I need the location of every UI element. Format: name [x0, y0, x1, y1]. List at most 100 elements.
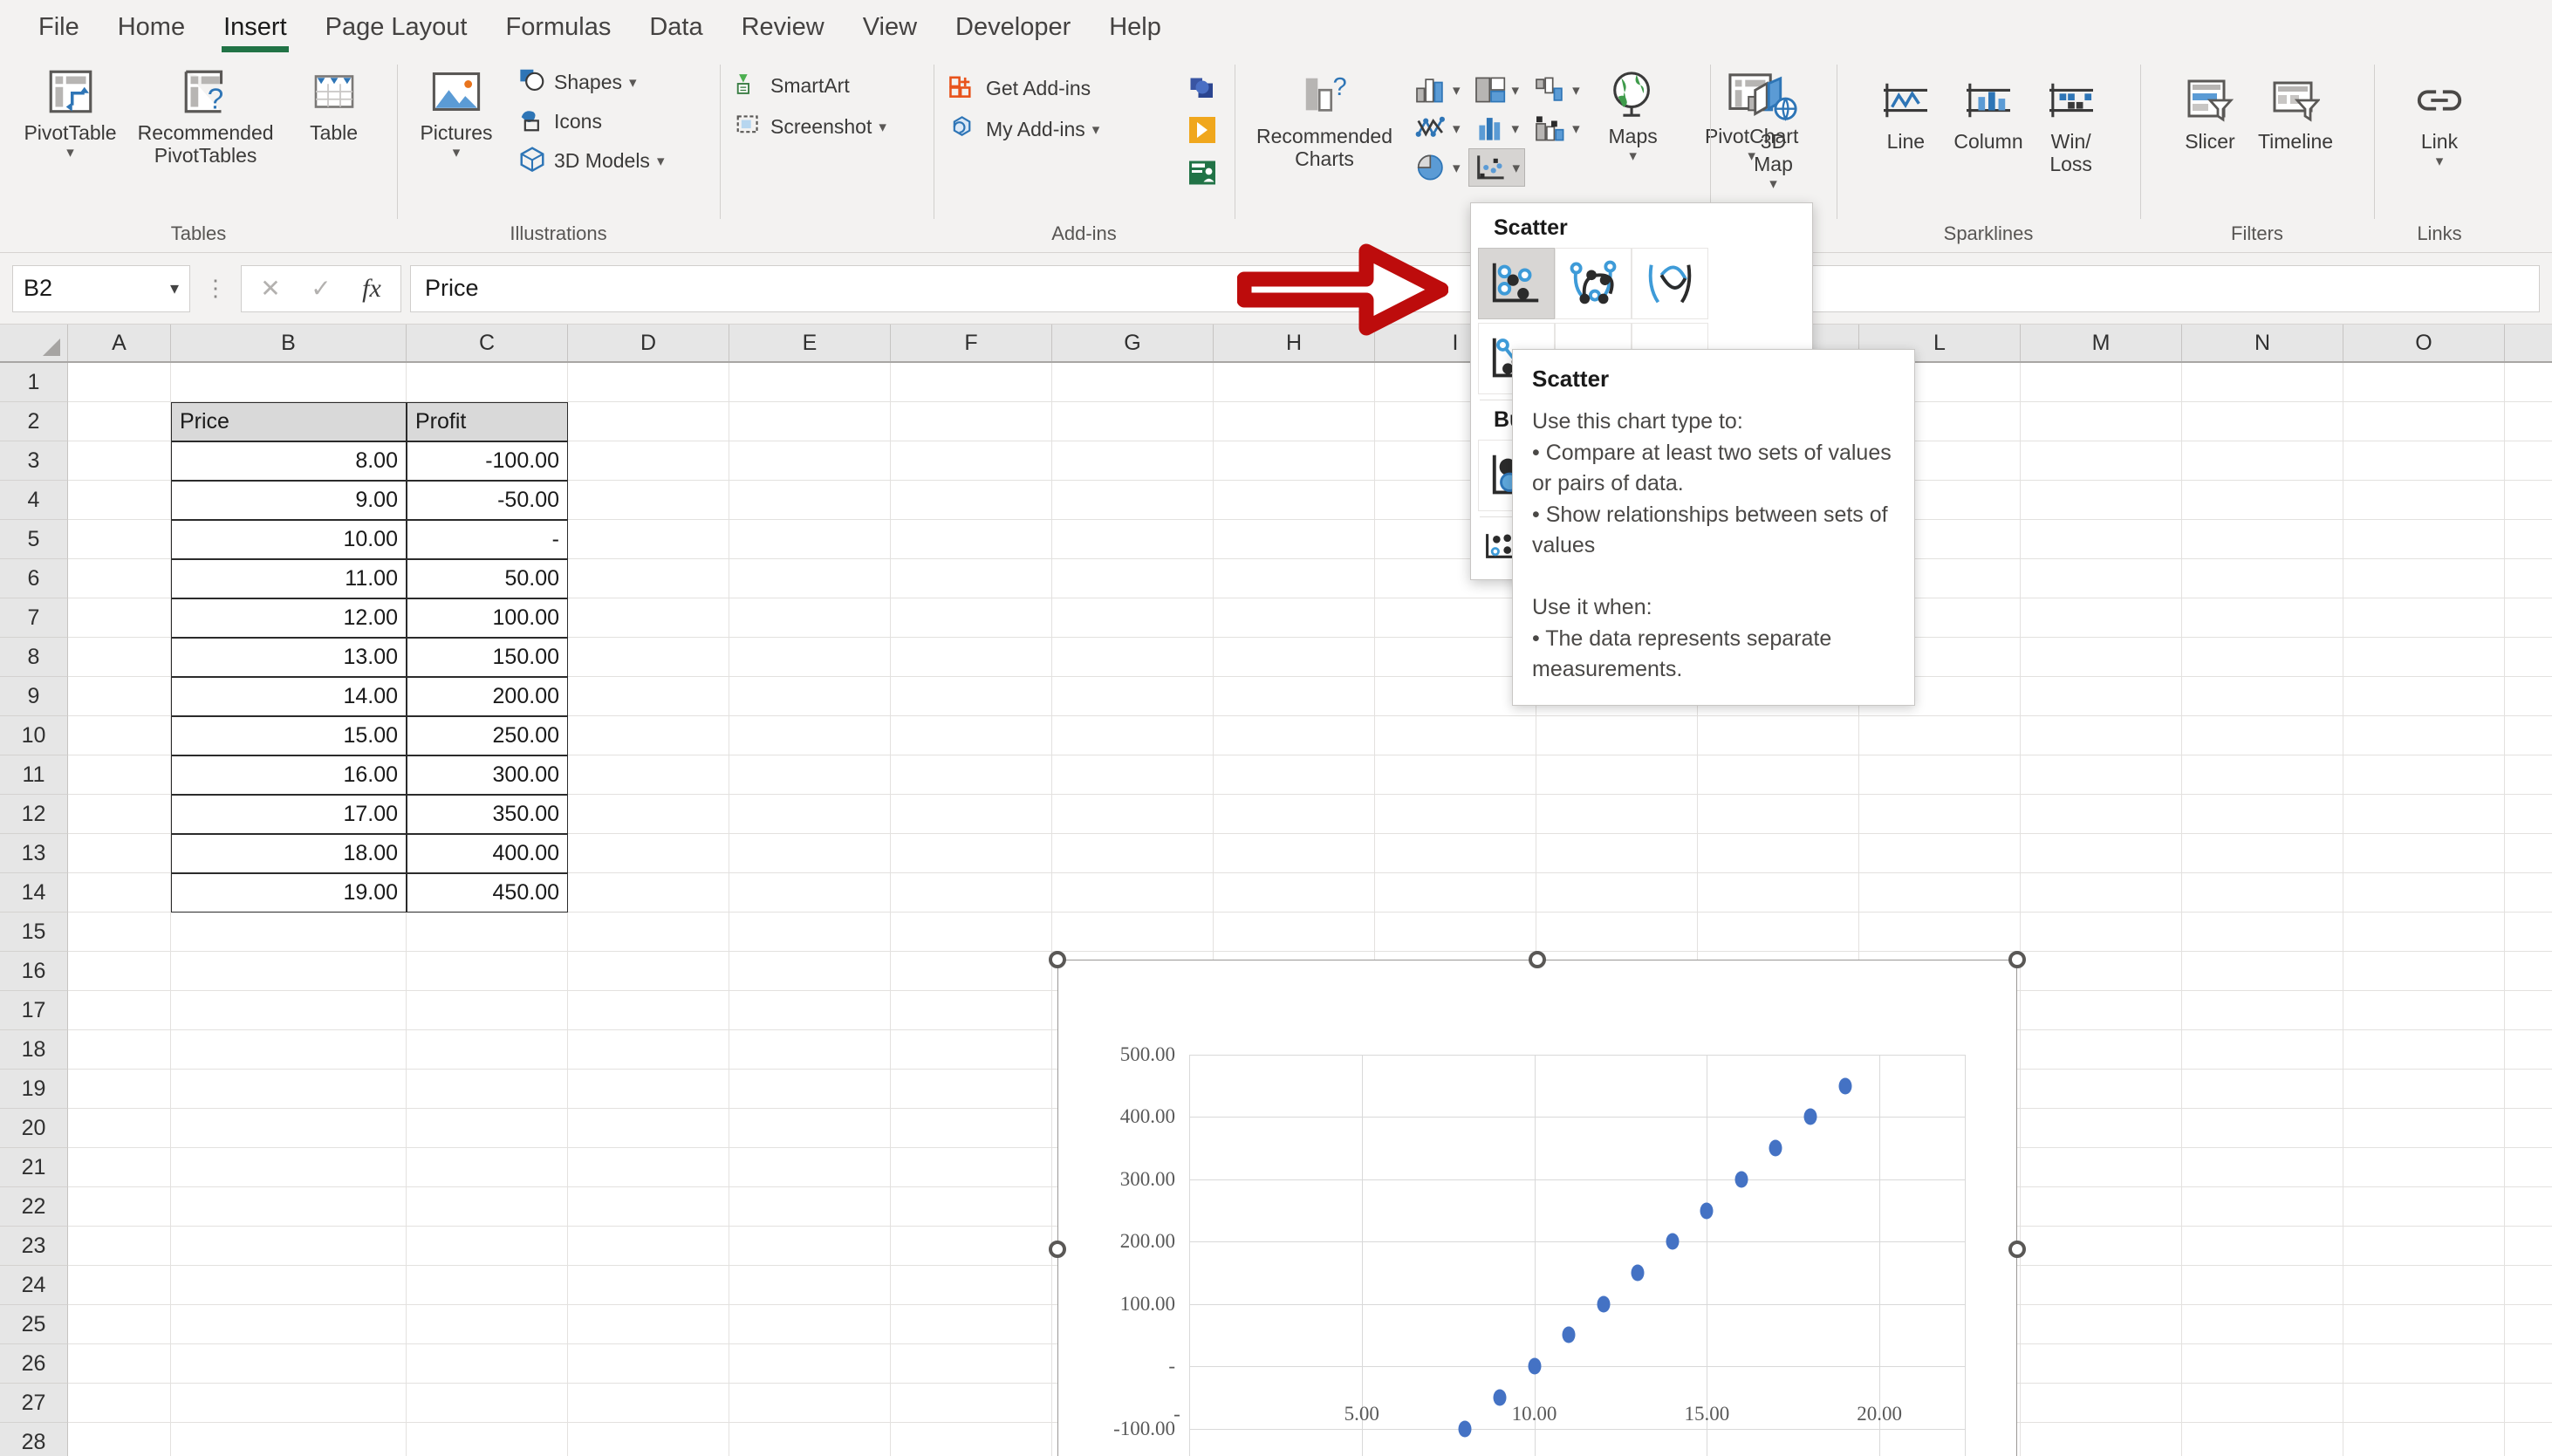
tab-developer[interactable]: Developer [936, 13, 1090, 54]
cell-A12[interactable] [68, 795, 171, 834]
cell-O27[interactable] [2343, 1384, 2505, 1423]
cell-E16[interactable] [729, 952, 891, 991]
smartart-button[interactable]: SmartArt [727, 66, 857, 106]
cell-E9[interactable] [729, 677, 891, 716]
cell-B11[interactable]: 16.00 [171, 755, 407, 795]
cell-M2[interactable] [2021, 402, 2182, 441]
cell-H3[interactable] [1214, 441, 1375, 481]
cell-A26[interactable] [68, 1344, 171, 1384]
scatter-point[interactable] [1769, 1139, 1782, 1157]
cell-D3[interactable] [568, 441, 729, 481]
cell-B16[interactable] [171, 952, 407, 991]
scatter-markers-option[interactable] [1478, 248, 1555, 319]
cell-P23[interactable] [2505, 1227, 2552, 1266]
cell-B7[interactable]: 12.00 [171, 598, 407, 638]
cell-D22[interactable] [568, 1187, 729, 1227]
row-header-25[interactable]: 25 [0, 1305, 68, 1344]
cell-D14[interactable] [568, 873, 729, 913]
cell-M17[interactable] [2021, 991, 2182, 1030]
cell-M13[interactable] [2021, 834, 2182, 873]
cell-H11[interactable] [1214, 755, 1375, 795]
cell-F6[interactable] [891, 559, 1052, 598]
table-button[interactable]: Table [286, 59, 382, 150]
cell-P1[interactable] [2505, 363, 2552, 402]
cell-E7[interactable] [729, 598, 891, 638]
cell-N15[interactable] [2182, 913, 2343, 952]
cell-O17[interactable] [2343, 991, 2505, 1030]
cell-P14[interactable] [2505, 873, 2552, 913]
cell-B15[interactable] [171, 913, 407, 952]
cell-E19[interactable] [729, 1070, 891, 1109]
cell-M16[interactable] [2021, 952, 2182, 991]
cell-L14[interactable] [1859, 873, 2021, 913]
chart-handle-e[interactable] [2008, 1241, 2026, 1258]
cell-M6[interactable] [2021, 559, 2182, 598]
shapes-button[interactable]: Shapes ▾ [510, 63, 671, 102]
cell-D6[interactable] [568, 559, 729, 598]
cell-O11[interactable] [2343, 755, 2505, 795]
cell-F22[interactable] [891, 1187, 1052, 1227]
cell-O25[interactable] [2343, 1305, 2505, 1344]
chevron-down-icon[interactable]: ▾ [1769, 176, 1777, 191]
cell-M18[interactable] [2021, 1030, 2182, 1070]
cell-A3[interactable] [68, 441, 171, 481]
row-header-15[interactable]: 15 [0, 913, 68, 952]
screenshot-button[interactable]: Screenshot ▾ [727, 107, 893, 147]
cell-L15[interactable] [1859, 913, 2021, 952]
cell-P11[interactable] [2505, 755, 2552, 795]
cell-E22[interactable] [729, 1187, 891, 1227]
cell-O4[interactable] [2343, 481, 2505, 520]
cell-F10[interactable] [891, 716, 1052, 755]
cell-N3[interactable] [2182, 441, 2343, 481]
cell-B20[interactable] [171, 1109, 407, 1148]
cell-D28[interactable] [568, 1423, 729, 1456]
cell-G13[interactable] [1052, 834, 1214, 873]
cell-C9[interactable]: 200.00 [407, 677, 568, 716]
cell-F14[interactable] [891, 873, 1052, 913]
cell-F28[interactable] [891, 1423, 1052, 1456]
slicer-button[interactable]: Slicer [2172, 68, 2248, 159]
cell-F7[interactable] [891, 598, 1052, 638]
chevron-down-icon[interactable]: ▾ [1453, 161, 1461, 175]
cell-J13[interactable] [1536, 834, 1698, 873]
cell-M7[interactable] [2021, 598, 2182, 638]
row-header-4[interactable]: 4 [0, 481, 68, 520]
cell-J10[interactable] [1536, 716, 1698, 755]
cell-E1[interactable] [729, 363, 891, 402]
cell-P27[interactable] [2505, 1384, 2552, 1423]
sparkline-winloss-button[interactable]: Win/ Loss [2034, 68, 2109, 181]
cell-E12[interactable] [729, 795, 891, 834]
cell-O22[interactable] [2343, 1187, 2505, 1227]
cell-O9[interactable] [2343, 677, 2505, 716]
cell-H2[interactable] [1214, 402, 1375, 441]
chevron-down-icon[interactable]: ▾ [1629, 148, 1637, 163]
cell-F4[interactable] [891, 481, 1052, 520]
cell-P10[interactable] [2505, 716, 2552, 755]
cell-C7[interactable]: 100.00 [407, 598, 568, 638]
cell-M9[interactable] [2021, 677, 2182, 716]
row-header-21[interactable]: 21 [0, 1148, 68, 1187]
cell-C16[interactable] [407, 952, 568, 991]
cell-N6[interactable] [2182, 559, 2343, 598]
cell-A18[interactable] [68, 1030, 171, 1070]
cell-O8[interactable] [2343, 638, 2505, 677]
chart-handle-w[interactable] [1049, 1241, 1066, 1258]
row-header-24[interactable]: 24 [0, 1266, 68, 1305]
cell-F20[interactable] [891, 1109, 1052, 1148]
cell-B8[interactable]: 13.00 [171, 638, 407, 677]
cell-C10[interactable]: 250.00 [407, 716, 568, 755]
cell-B18[interactable] [171, 1030, 407, 1070]
row-header-13[interactable]: 13 [0, 834, 68, 873]
cell-M27[interactable] [2021, 1384, 2182, 1423]
cell-H8[interactable] [1214, 638, 1375, 677]
cell-E25[interactable] [729, 1305, 891, 1344]
row-header-1[interactable]: 1 [0, 363, 68, 402]
row-header-6[interactable]: 6 [0, 559, 68, 598]
cell-P17[interactable] [2505, 991, 2552, 1030]
chevron-down-icon[interactable]: ▾ [879, 120, 886, 134]
chevron-down-icon[interactable]: ▾ [2436, 154, 2444, 168]
chevron-down-icon[interactable]: ▾ [170, 277, 179, 299]
row-header-10[interactable]: 10 [0, 716, 68, 755]
cell-P13[interactable] [2505, 834, 2552, 873]
cell-H4[interactable] [1214, 481, 1375, 520]
